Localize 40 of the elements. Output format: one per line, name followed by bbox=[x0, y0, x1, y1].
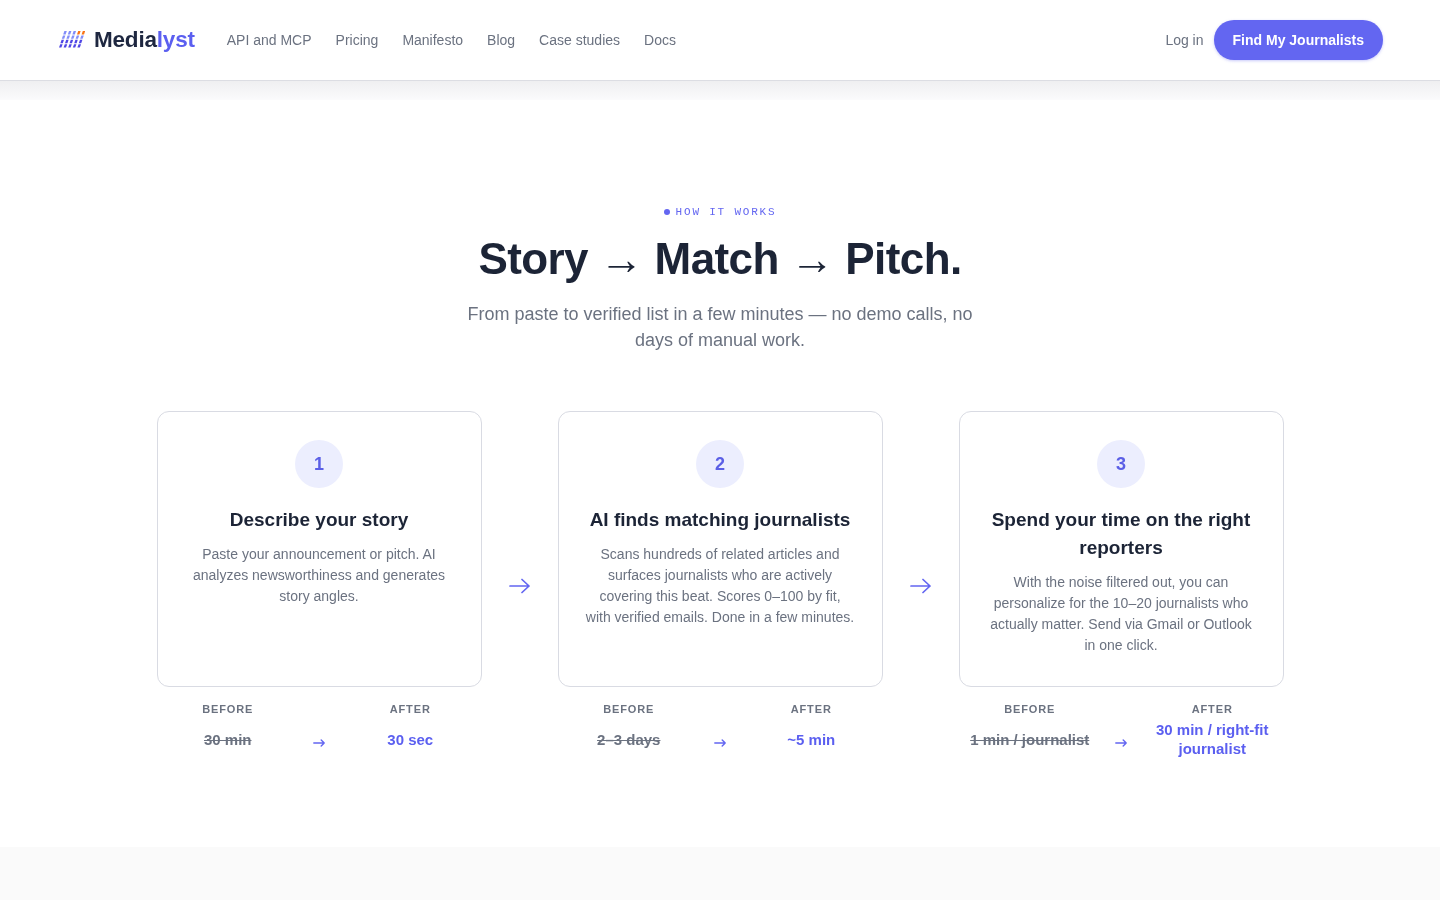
after-label: AFTER bbox=[1191, 703, 1233, 716]
find-journalists-button[interactable]: Find My Journalists bbox=[1213, 20, 1383, 60]
before-value: 1 min / journalist bbox=[970, 729, 1090, 749]
before-value: 2–3 days bbox=[597, 729, 661, 749]
after-label: AFTER bbox=[790, 703, 832, 716]
step-title: Spend your time on the right reporters bbox=[990, 508, 1252, 560]
step-number: 2 bbox=[696, 440, 744, 488]
section-subtitle: From paste to verified list in a few minutes — no demo calls, no days of manual work. bbox=[466, 303, 974, 352]
step-title: AI finds matching journalists bbox=[589, 508, 851, 532]
after-value: 30 min / right-fit journalist bbox=[1155, 720, 1270, 758]
nav-link[interactable]: Case studies bbox=[539, 32, 621, 48]
arrow-icon bbox=[714, 739, 726, 747]
logo-icon bbox=[59, 31, 85, 49]
section-label: HOW IT WORKS bbox=[675, 205, 777, 219]
dot-icon bbox=[663, 209, 670, 215]
nav-link[interactable]: Docs bbox=[644, 32, 676, 48]
before-label: BEFORE bbox=[1004, 703, 1056, 716]
arrow-icon bbox=[1115, 739, 1127, 747]
step-description: Paste your announcement or pitch. AI analyzes newsworthiness and generates story angles. bbox=[191, 545, 447, 606]
after-value: 30 sec bbox=[387, 729, 434, 749]
login-link[interactable]: Log in bbox=[1165, 32, 1204, 48]
nav-link[interactable]: Blog bbox=[487, 32, 516, 48]
before-value: 30 min bbox=[204, 729, 252, 749]
step-description: With the noise filtered out, you can personalize for the 10–20 journalists who actually matter. Send via Gmail or Outlook in one click. bbox=[989, 573, 1253, 655]
before-label: BEFORE bbox=[202, 703, 254, 716]
arrow-icon bbox=[910, 578, 931, 594]
after-value: ~5 min bbox=[787, 729, 836, 749]
step-number: 3 bbox=[1097, 440, 1145, 488]
after-label: AFTER bbox=[389, 703, 431, 716]
nav-link[interactable]: Pricing bbox=[335, 32, 379, 48]
nav-link[interactable]: API and MCP bbox=[226, 32, 312, 48]
step-number: 1 bbox=[295, 440, 343, 488]
nav-link[interactable]: Manifesto bbox=[402, 32, 464, 48]
brand-name[interactable]: Medialyst bbox=[94, 27, 195, 53]
before-label: BEFORE bbox=[603, 703, 655, 716]
arrow-icon bbox=[509, 578, 530, 594]
step-title: Describe your story bbox=[229, 508, 409, 532]
step-description: Scans hundreds of related articles and surfaces journalists who are actively covering this beat. Scores 0–100 by fit, with verified emails. Done in a few minutes. bbox=[585, 545, 855, 627]
section-heading: Story → Match → Pitch. bbox=[478, 233, 962, 285]
arrow-icon bbox=[313, 739, 325, 747]
